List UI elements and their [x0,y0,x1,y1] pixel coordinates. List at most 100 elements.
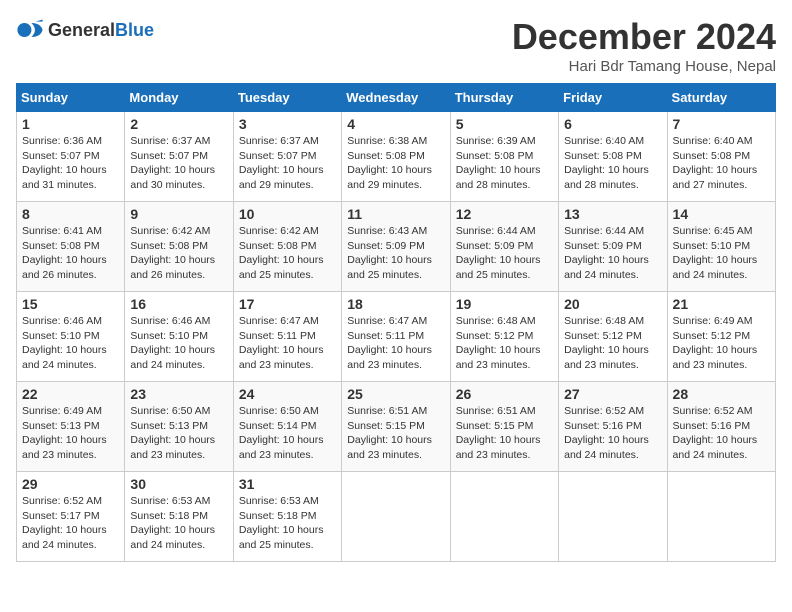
sunset-text: Sunset: 5:15 PM [347,420,425,432]
sunset-text: Sunset: 5:07 PM [130,150,208,162]
sunrise-text: Sunrise: 6:46 AM [130,315,210,327]
calendar-cell: 21 Sunrise: 6:49 AM Sunset: 5:12 PM Dayl… [667,292,775,382]
daylight-text: Daylight: 10 hours and 24 minutes. [564,434,649,461]
sunrise-text: Sunrise: 6:52 AM [564,405,644,417]
calendar-cell: 8 Sunrise: 6:41 AM Sunset: 5:08 PM Dayli… [17,202,125,292]
daylight-text: Daylight: 10 hours and 23 minutes. [673,344,758,371]
sunset-text: Sunset: 5:17 PM [22,510,100,522]
day-info: Sunrise: 6:39 AM Sunset: 5:08 PM Dayligh… [456,134,553,193]
day-number: 31 [239,476,336,492]
daylight-text: Daylight: 10 hours and 24 minutes. [22,344,107,371]
sunrise-text: Sunrise: 6:38 AM [347,135,427,147]
calendar-cell: 13 Sunrise: 6:44 AM Sunset: 5:09 PM Dayl… [559,202,667,292]
day-number: 13 [564,206,661,222]
calendar-cell: 25 Sunrise: 6:51 AM Sunset: 5:15 PM Dayl… [342,382,450,472]
sunset-text: Sunset: 5:13 PM [130,420,208,432]
day-number: 18 [347,296,444,312]
day-number: 6 [564,116,661,132]
sunrise-text: Sunrise: 6:48 AM [564,315,644,327]
daylight-text: Daylight: 10 hours and 23 minutes. [22,434,107,461]
day-number: 8 [22,206,119,222]
day-number: 3 [239,116,336,132]
sunrise-text: Sunrise: 6:46 AM [22,315,102,327]
calendar-cell: 31 Sunrise: 6:53 AM Sunset: 5:18 PM Dayl… [233,472,341,562]
day-info: Sunrise: 6:53 AM Sunset: 5:18 PM Dayligh… [130,494,227,553]
calendar-cell: 2 Sunrise: 6:37 AM Sunset: 5:07 PM Dayli… [125,112,233,202]
day-info: Sunrise: 6:43 AM Sunset: 5:09 PM Dayligh… [347,224,444,283]
daylight-text: Daylight: 10 hours and 23 minutes. [456,434,541,461]
day-number: 17 [239,296,336,312]
day-number: 30 [130,476,227,492]
day-number: 2 [130,116,227,132]
sunset-text: Sunset: 5:08 PM [239,240,317,252]
sunset-text: Sunset: 5:10 PM [673,240,751,252]
sunset-text: Sunset: 5:08 PM [564,150,642,162]
daylight-text: Daylight: 10 hours and 29 minutes. [347,164,432,191]
sunset-text: Sunset: 5:08 PM [456,150,534,162]
daylight-text: Daylight: 10 hours and 25 minutes. [347,254,432,281]
calendar-week-row: 15 Sunrise: 6:46 AM Sunset: 5:10 PM Dayl… [17,292,776,382]
month-title: December 2024 [512,16,776,58]
day-info: Sunrise: 6:50 AM Sunset: 5:14 PM Dayligh… [239,404,336,463]
day-info: Sunrise: 6:51 AM Sunset: 5:15 PM Dayligh… [347,404,444,463]
logo-icon [16,16,44,44]
daylight-text: Daylight: 10 hours and 23 minutes. [564,344,649,371]
sunrise-text: Sunrise: 6:50 AM [130,405,210,417]
day-info: Sunrise: 6:46 AM Sunset: 5:10 PM Dayligh… [130,314,227,373]
daylight-text: Daylight: 10 hours and 30 minutes. [130,164,215,191]
day-info: Sunrise: 6:48 AM Sunset: 5:12 PM Dayligh… [456,314,553,373]
calendar-cell: 10 Sunrise: 6:42 AM Sunset: 5:08 PM Dayl… [233,202,341,292]
day-info: Sunrise: 6:49 AM Sunset: 5:12 PM Dayligh… [673,314,770,373]
calendar-cell: 12 Sunrise: 6:44 AM Sunset: 5:09 PM Dayl… [450,202,558,292]
calendar-cell [450,472,558,562]
day-number: 23 [130,386,227,402]
day-number: 12 [456,206,553,222]
calendar-cell: 27 Sunrise: 6:52 AM Sunset: 5:16 PM Dayl… [559,382,667,472]
day-number: 14 [673,206,770,222]
daylight-text: Daylight: 10 hours and 27 minutes. [673,164,758,191]
day-number: 10 [239,206,336,222]
header-thursday: Thursday [450,84,558,112]
day-number: 11 [347,206,444,222]
calendar-cell: 14 Sunrise: 6:45 AM Sunset: 5:10 PM Dayl… [667,202,775,292]
sunset-text: Sunset: 5:12 PM [673,330,751,342]
sunset-text: Sunset: 5:12 PM [456,330,534,342]
sunset-text: Sunset: 5:11 PM [239,330,316,342]
day-info: Sunrise: 6:47 AM Sunset: 5:11 PM Dayligh… [239,314,336,373]
sunrise-text: Sunrise: 6:42 AM [130,225,210,237]
day-number: 26 [456,386,553,402]
day-info: Sunrise: 6:48 AM Sunset: 5:12 PM Dayligh… [564,314,661,373]
daylight-text: Daylight: 10 hours and 23 minutes. [239,344,324,371]
day-number: 24 [239,386,336,402]
calendar-cell: 1 Sunrise: 6:36 AM Sunset: 5:07 PM Dayli… [17,112,125,202]
daylight-text: Daylight: 10 hours and 24 minutes. [564,254,649,281]
daylight-text: Daylight: 10 hours and 23 minutes. [130,434,215,461]
day-info: Sunrise: 6:38 AM Sunset: 5:08 PM Dayligh… [347,134,444,193]
daylight-text: Daylight: 10 hours and 24 minutes. [673,434,758,461]
sunset-text: Sunset: 5:15 PM [456,420,534,432]
sunset-text: Sunset: 5:07 PM [239,150,317,162]
daylight-text: Daylight: 10 hours and 25 minutes. [239,254,324,281]
sunrise-text: Sunrise: 6:52 AM [22,495,102,507]
calendar-cell: 17 Sunrise: 6:47 AM Sunset: 5:11 PM Dayl… [233,292,341,382]
calendar-cell: 18 Sunrise: 6:47 AM Sunset: 5:11 PM Dayl… [342,292,450,382]
logo-blue: Blue [115,20,154,40]
title-area: December 2024 Hari Bdr Tamang House, Nep… [512,16,776,75]
sunset-text: Sunset: 5:08 PM [22,240,100,252]
calendar-cell: 22 Sunrise: 6:49 AM Sunset: 5:13 PM Dayl… [17,382,125,472]
sunset-text: Sunset: 5:14 PM [239,420,317,432]
daylight-text: Daylight: 10 hours and 24 minutes. [673,254,758,281]
sunrise-text: Sunrise: 6:39 AM [456,135,536,147]
calendar-week-row: 22 Sunrise: 6:49 AM Sunset: 5:13 PM Dayl… [17,382,776,472]
calendar-cell: 5 Sunrise: 6:39 AM Sunset: 5:08 PM Dayli… [450,112,558,202]
day-info: Sunrise: 6:50 AM Sunset: 5:13 PM Dayligh… [130,404,227,463]
day-number: 19 [456,296,553,312]
daylight-text: Daylight: 10 hours and 23 minutes. [456,344,541,371]
sunrise-text: Sunrise: 6:42 AM [239,225,319,237]
calendar-cell: 15 Sunrise: 6:46 AM Sunset: 5:10 PM Dayl… [17,292,125,382]
daylight-text: Daylight: 10 hours and 31 minutes. [22,164,107,191]
sunrise-text: Sunrise: 6:37 AM [130,135,210,147]
calendar-cell: 4 Sunrise: 6:38 AM Sunset: 5:08 PM Dayli… [342,112,450,202]
day-info: Sunrise: 6:42 AM Sunset: 5:08 PM Dayligh… [130,224,227,283]
calendar-table: Sunday Monday Tuesday Wednesday Thursday… [16,83,776,562]
